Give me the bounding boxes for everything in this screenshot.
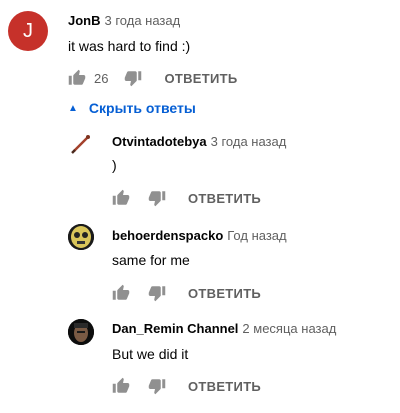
hide-replies-button[interactable]: ▲ Скрыть ответы bbox=[68, 100, 196, 116]
reply-actions: ОТВЕТИТЬ bbox=[112, 375, 261, 397]
reply-button[interactable]: ОТВЕТИТЬ bbox=[188, 286, 261, 301]
reply-actions: ОТВЕТИТЬ bbox=[112, 187, 261, 209]
reply-header: Otvintadotebya 3 года назад bbox=[112, 133, 286, 151]
reply-author[interactable]: Otvintadotebya bbox=[112, 134, 207, 149]
reply-actions: ОТВЕТИТЬ bbox=[112, 282, 261, 304]
avatar-letter: J bbox=[23, 19, 33, 42]
avatar[interactable] bbox=[68, 224, 94, 250]
reply-button[interactable]: ОТВЕТИТЬ bbox=[188, 191, 261, 206]
comment-actions: 26 ОТВЕТИТЬ bbox=[68, 67, 238, 89]
like-icon[interactable] bbox=[112, 189, 130, 207]
dislike-icon[interactable] bbox=[148, 189, 166, 207]
comment-header: JonB 3 года назад bbox=[68, 12, 180, 30]
avatar[interactable]: J bbox=[8, 11, 48, 51]
avatar[interactable] bbox=[68, 319, 94, 345]
like-count: 26 bbox=[94, 70, 109, 86]
reply-text: ) bbox=[112, 157, 117, 173]
reply-header: behoerdenspacko Год назад bbox=[112, 227, 287, 245]
comment-author[interactable]: JonB bbox=[68, 13, 101, 28]
reply-button[interactable]: ОТВЕТИТЬ bbox=[164, 71, 237, 86]
avatar[interactable] bbox=[68, 131, 94, 157]
reply-header: Dan_Remin Channel 2 месяца назад bbox=[112, 320, 336, 338]
comment-time[interactable]: 3 года назад bbox=[105, 13, 181, 28]
reply-button[interactable]: ОТВЕТИТЬ bbox=[188, 379, 261, 394]
dislike-icon[interactable] bbox=[148, 284, 166, 302]
dislike-icon[interactable] bbox=[124, 69, 142, 87]
avatar-image bbox=[68, 131, 94, 157]
reply-text: But we did it bbox=[112, 346, 189, 362]
like-icon[interactable] bbox=[112, 284, 130, 302]
reply-text: same for me bbox=[112, 252, 190, 268]
hide-replies-label: Скрыть ответы bbox=[88, 100, 196, 116]
reply-author[interactable]: Dan_Remin Channel bbox=[112, 321, 238, 336]
avatar-image bbox=[68, 224, 94, 250]
reply-time[interactable]: 2 месяца назад bbox=[242, 321, 336, 336]
dislike-icon[interactable] bbox=[148, 377, 166, 395]
reply-time[interactable]: 3 года назад bbox=[211, 134, 287, 149]
caret-up-icon: ▲ bbox=[68, 102, 78, 114]
reply-author[interactable]: behoerdenspacko bbox=[112, 228, 223, 243]
reply-time[interactable]: Год назад bbox=[227, 228, 286, 243]
avatar-image bbox=[68, 319, 94, 345]
comment-text: it was hard to find :) bbox=[68, 38, 191, 54]
like-icon[interactable] bbox=[112, 377, 130, 395]
like-icon[interactable] bbox=[68, 69, 86, 87]
